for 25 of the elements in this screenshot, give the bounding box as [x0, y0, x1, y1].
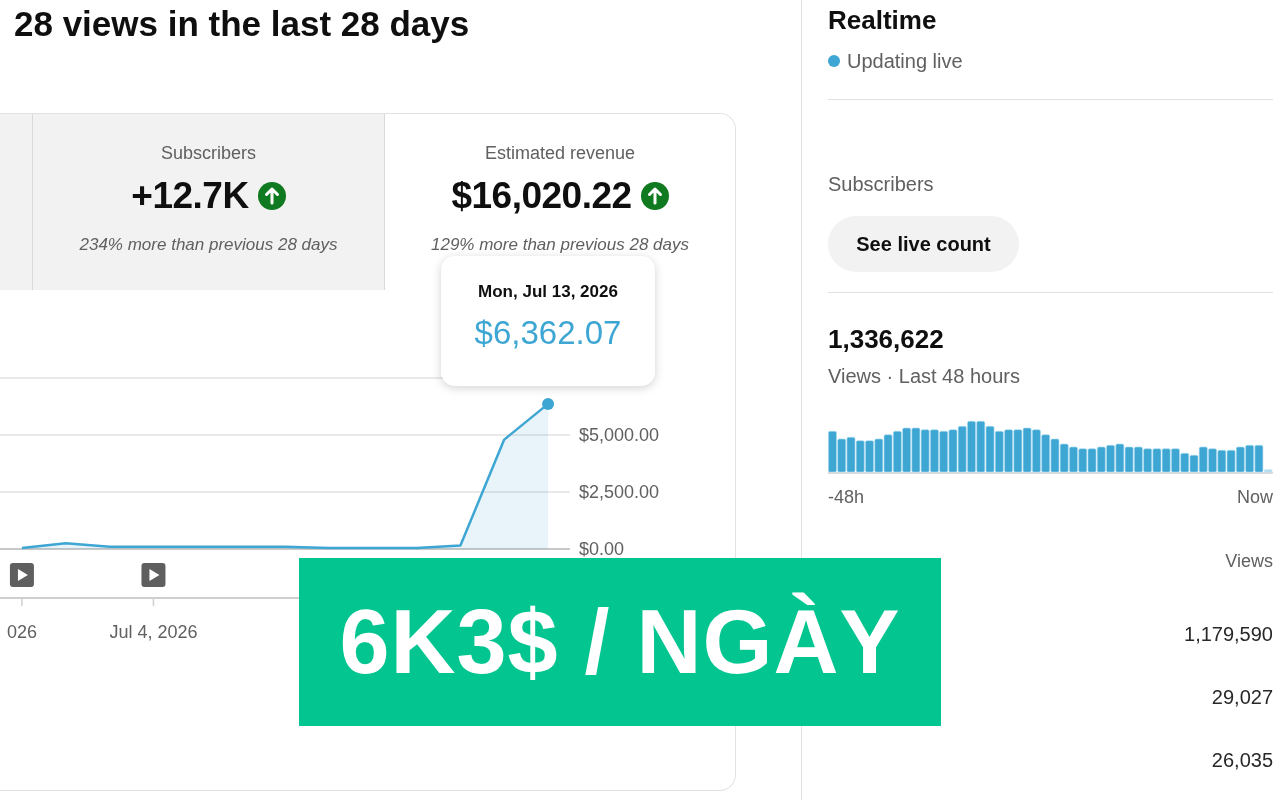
- section-title: Realtime: [828, 4, 938, 36]
- page-title: 28 views in the last 28 days: [13, 3, 471, 45]
- metric-label: Estimated revenue: [484, 142, 636, 165]
- subscribers-label: Subscribers: [828, 172, 935, 197]
- views-count: 29,027: [1211, 685, 1273, 709]
- y-axis-label: $2,500.00: [579, 482, 660, 502]
- tooltip-value: $6,362.07: [474, 313, 622, 353]
- views-caption: Views · Last 48 hours: [828, 364, 1021, 389]
- comparison-text: 129% more than previous 28 days: [431, 234, 689, 256]
- metric-value: $16,020.22: [451, 174, 632, 218]
- y-axis-label: $0.00: [579, 539, 625, 559]
- views-total: 1,336,622: [828, 323, 945, 355]
- metric-value: +12.7K: [131, 174, 249, 218]
- column-header: Views: [1225, 550, 1273, 573]
- x-axis-label: 026: [6, 622, 37, 642]
- axis-start-label: -48h: [828, 486, 865, 509]
- views-count: 1,179,590: [1184, 622, 1273, 646]
- axis-end-label: Now: [1237, 486, 1273, 509]
- views-count: 26,035: [1211, 748, 1273, 772]
- status-text: Updating live: [847, 49, 963, 74]
- caption-banner: 6K3$ / NGÀY: [299, 558, 941, 726]
- comparison-text: 234% more than previous 28 days: [79, 234, 338, 256]
- x-axis-label: Jul 4, 2026: [109, 622, 198, 642]
- metric-label: Subscribers: [160, 142, 256, 165]
- y-axis-label: $5,000.00: [579, 425, 660, 445]
